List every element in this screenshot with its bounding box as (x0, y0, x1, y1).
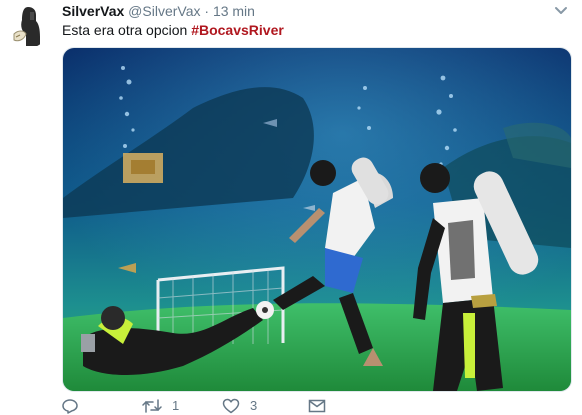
separator-dot: · (204, 3, 210, 19)
tweet: SilverVax @SilverVax · 13 min Esta era o… (0, 0, 582, 415)
avatar[interactable] (6, 4, 50, 48)
like-button[interactable]: 3 (222, 398, 308, 414)
envelope-icon (308, 399, 326, 413)
user-handle[interactable]: @SilverVax (128, 3, 200, 19)
tweet-header: SilverVax @SilverVax · 13 min (62, 2, 255, 20)
reply-button[interactable] (62, 398, 142, 414)
display-name[interactable]: SilverVax (62, 3, 124, 19)
chevron-down-icon[interactable] (554, 4, 568, 16)
reply-icon (62, 399, 78, 414)
heart-icon (222, 398, 240, 414)
tweet-photo[interactable] (62, 47, 572, 392)
like-count: 3 (250, 398, 258, 413)
retweet-button[interactable]: 1 (142, 398, 222, 414)
direct-message-button[interactable] (308, 398, 348, 414)
hashtag-link[interactable]: #BocavsRiver (191, 22, 284, 38)
timestamp[interactable]: 13 min (213, 3, 255, 19)
underwater-photo (63, 48, 571, 391)
retweet-icon (142, 399, 162, 413)
retweet-count: 1 (172, 398, 180, 413)
tweet-text: Esta era otra opcion #BocavsRiver (62, 21, 284, 39)
tweet-body: Esta era otra opcion (62, 22, 192, 38)
tweet-actions: 1 3 (62, 398, 348, 415)
